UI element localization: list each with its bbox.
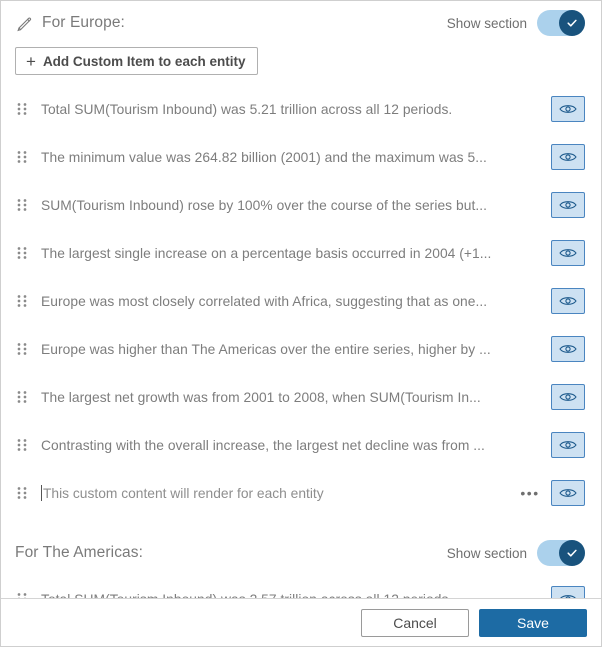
eye-icon: [559, 345, 577, 353]
drag-handle-icon[interactable]: [15, 148, 29, 166]
toggle-visibility-button[interactable]: [551, 432, 585, 458]
section-header-the-americas: For The Americas: Show section: [1, 531, 601, 575]
toggle-visibility-button[interactable]: [551, 144, 585, 170]
section-header-europe: For Europe: Show section: [1, 1, 601, 45]
eye-icon: [559, 393, 577, 401]
toggle-visibility-button[interactable]: [551, 240, 585, 266]
insight-text: The largest single increase on a percent…: [41, 245, 492, 261]
insight-text: Total SUM(Tourism Inbound) was 5.21 tril…: [41, 101, 453, 117]
toggle-visibility-button[interactable]: [551, 192, 585, 218]
insight-text: SUM(Tourism Inbound) rose by 100% over t…: [41, 197, 487, 213]
section-the-americas: For The Americas: Show section: [1, 531, 601, 598]
insight-text: Europe was most closely correlated with …: [41, 293, 488, 309]
toggle-visibility-button[interactable]: [551, 96, 585, 122]
custom-content-placeholder: This custom content will render for each…: [43, 485, 324, 501]
list-item[interactable]: Contrasting with the overall increase, t…: [1, 421, 601, 469]
text-caret: [41, 485, 42, 501]
list-item[interactable]: SUM(Tourism Inbound) rose by 100% over t…: [1, 181, 601, 229]
check-icon: [567, 19, 577, 27]
add-custom-item-row: + Add Custom Item to each entity: [1, 45, 601, 85]
list-item[interactable]: The largest net growth was from 2001 to …: [1, 373, 601, 421]
toggle-knob: [559, 10, 585, 36]
show-section-toggle[interactable]: [537, 540, 585, 566]
eye-icon: [559, 249, 577, 257]
more-options-button[interactable]: •••: [519, 486, 541, 500]
eye-icon: [559, 201, 577, 209]
toggle-visibility-button[interactable]: [551, 384, 585, 410]
plus-icon: +: [26, 51, 36, 71]
drag-handle-icon[interactable]: [15, 100, 29, 118]
pencil-icon[interactable]: [15, 14, 33, 32]
insight-text: Europe was higher than The Americas over…: [41, 341, 491, 357]
list-item[interactable]: Europe was higher than The Americas over…: [1, 325, 601, 373]
list-item[interactable]: The largest single increase on a percent…: [1, 229, 601, 277]
eye-icon: [559, 153, 577, 161]
insight-list-the-americas: Total SUM(Tourism Inbound) was 2.57 tril…: [1, 575, 601, 598]
show-section-label: Show section: [446, 15, 527, 31]
custom-content-input[interactable]: This custom content will render for each…: [41, 485, 519, 501]
show-section-label: Show section: [446, 545, 527, 561]
drag-handle-icon[interactable]: [15, 388, 29, 406]
toggle-knob: [559, 540, 585, 566]
settings-dialog: For Europe: Show section + Add Custom It…: [0, 0, 602, 647]
eye-icon: [560, 595, 576, 598]
show-section-toggle[interactable]: [537, 10, 585, 36]
list-item-custom[interactable]: This custom content will render for each…: [1, 469, 601, 517]
section-europe: For Europe: Show section + Add Custom It…: [1, 1, 601, 517]
list-item[interactable]: The minimum value was 264.82 billion (20…: [1, 133, 601, 181]
drag-handle-icon[interactable]: [15, 244, 29, 262]
toggle-visibility-button[interactable]: [551, 480, 585, 506]
toggle-visibility-button[interactable]: [551, 288, 585, 314]
drag-handle-icon[interactable]: [15, 292, 29, 310]
eye-icon: [559, 489, 577, 497]
insight-text: The minimum value was 264.82 billion (20…: [41, 149, 487, 165]
add-custom-item-button[interactable]: + Add Custom Item to each entity: [15, 47, 259, 75]
check-icon: [567, 549, 577, 557]
insight-text: Total SUM(Tourism Inbound) was 2.57 tril…: [41, 592, 551, 599]
toggle-visibility-button[interactable]: [551, 336, 585, 362]
insight-list-europe: Total SUM(Tourism Inbound) was 5.21 tril…: [1, 85, 601, 517]
drag-handle-icon[interactable]: [15, 436, 29, 454]
drag-handle-icon[interactable]: [15, 340, 29, 358]
eye-icon: [559, 105, 577, 113]
drag-handle-icon[interactable]: [15, 590, 29, 598]
save-button[interactable]: Save: [479, 608, 587, 637]
list-item[interactable]: Europe was most closely correlated with …: [1, 277, 601, 325]
drag-handle-icon[interactable]: [15, 196, 29, 214]
eye-icon: [559, 297, 577, 305]
toggle-visibility-button[interactable]: [551, 586, 585, 598]
section-title: For The Americas:: [15, 544, 144, 561]
insight-text: Contrasting with the overall increase, t…: [41, 437, 485, 453]
list-item[interactable]: Total SUM(Tourism Inbound) was 5.21 tril…: [1, 85, 601, 133]
insight-text: The largest net growth was from 2001 to …: [41, 389, 481, 405]
sections-scroll-area[interactable]: For Europe: Show section + Add Custom It…: [1, 1, 601, 598]
section-title: For Europe:: [42, 14, 125, 31]
cancel-button[interactable]: Cancel: [361, 608, 469, 637]
dialog-footer: Cancel Save: [1, 598, 601, 646]
eye-icon: [559, 441, 577, 449]
add-custom-item-label: Add Custom Item to each entity: [42, 53, 246, 69]
list-item[interactable]: Total SUM(Tourism Inbound) was 2.57 tril…: [1, 575, 601, 598]
drag-handle-icon[interactable]: [15, 484, 29, 502]
